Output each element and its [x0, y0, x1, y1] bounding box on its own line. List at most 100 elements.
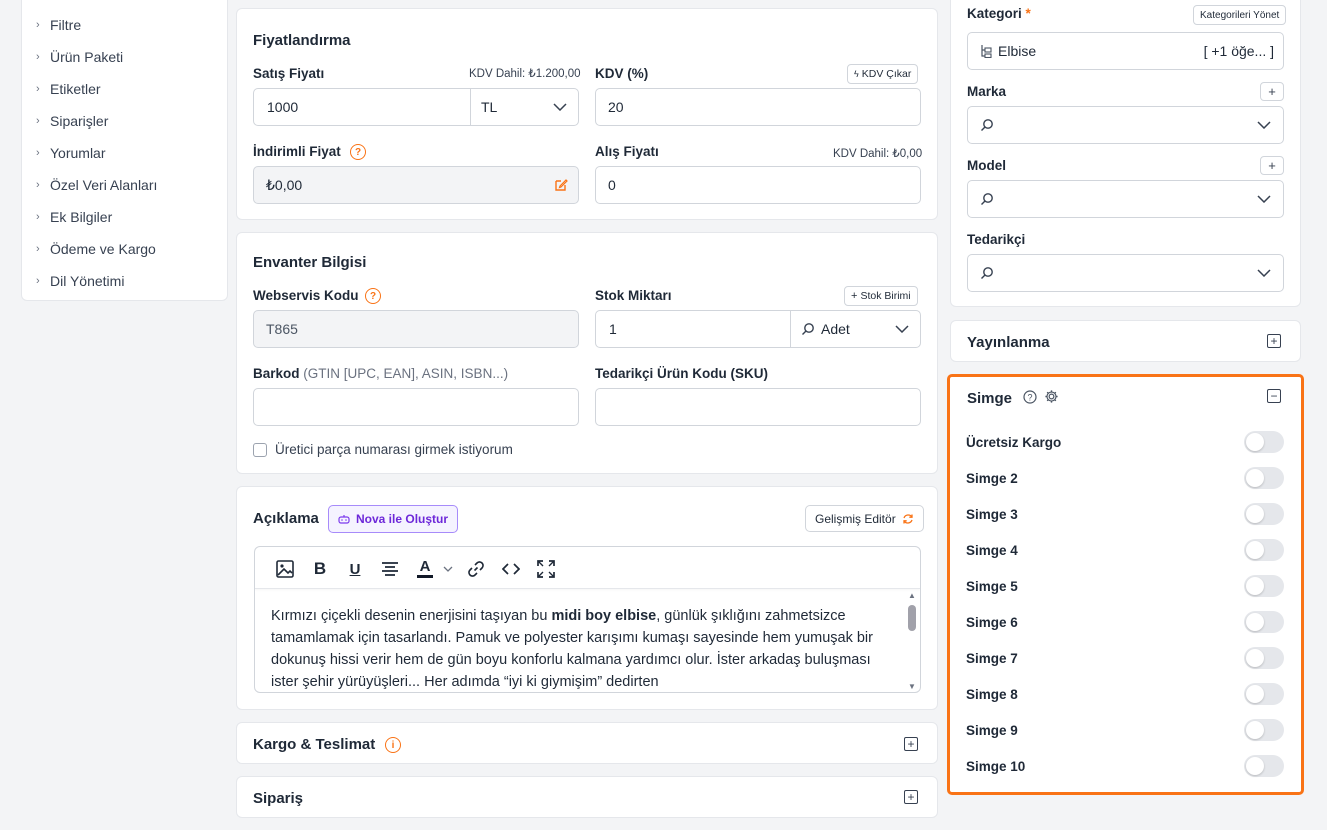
- simge-toggle[interactable]: [1244, 683, 1284, 705]
- chevron-down-icon: [1257, 269, 1271, 277]
- simge-label: Simge 8: [966, 687, 1018, 702]
- bold-icon[interactable]: B: [310, 559, 330, 579]
- info-icon[interactable]: i: [385, 737, 401, 753]
- expand-icon[interactable]: +: [904, 737, 918, 751]
- editor-content[interactable]: Kırmızı çiçekli desenin enerjisini taşıy…: [271, 605, 901, 692]
- simge-toggle[interactable]: [1244, 719, 1284, 741]
- expand-icon[interactable]: +: [904, 790, 918, 804]
- purchase-price-hint: KDV Dahil: ₺0,00: [833, 148, 923, 160]
- link-icon[interactable]: [466, 559, 486, 579]
- simge-title: Simge: [967, 390, 1013, 407]
- sidebar-item-etiketler[interactable]: › Etiketler: [36, 81, 101, 97]
- discount-price-label: İndirimli Fiyat: [253, 144, 341, 159]
- collapse-icon[interactable]: −: [1267, 389, 1281, 403]
- sidebar-item-urun-paketi[interactable]: › Ürün Paketi: [36, 49, 123, 65]
- stock-quantity-value: 1: [609, 321, 617, 337]
- publish-title: Yayınlanma: [967, 334, 1050, 351]
- barcode-input[interactable]: [253, 388, 579, 426]
- code-icon[interactable]: [501, 559, 521, 579]
- editor-scrollbar[interactable]: ▲ ▼: [906, 591, 918, 691]
- vat-input[interactable]: 20: [595, 88, 921, 126]
- chevron-down-icon: [1257, 121, 1271, 129]
- webservice-code-input[interactable]: T865: [253, 310, 579, 348]
- rich-text-editor[interactable]: B U A Kırmızı çiçekli desenin enerjisini…: [254, 546, 921, 693]
- stock-unit-select[interactable]: Adet: [790, 311, 921, 347]
- simge-toggle[interactable]: [1244, 539, 1284, 561]
- vat-value: 20: [608, 99, 624, 115]
- chevron-right-icon: ›: [36, 51, 40, 63]
- sidebar-item-ozel-veri-alanlari[interactable]: › Özel Veri Alanları: [36, 177, 157, 193]
- sidebar-item-siparisler[interactable]: › Siparişler: [36, 113, 108, 129]
- inventory-card: Envanter Bilgisi Webservis Kodu ? T865 S…: [236, 232, 938, 474]
- mpn-checkbox[interactable]: [253, 443, 267, 457]
- chevron-down-icon[interactable]: [443, 566, 453, 572]
- search-icon: [981, 119, 993, 131]
- simge-label: Simge 4: [966, 543, 1018, 558]
- description-bold-text: midi boy elbise: [551, 608, 657, 624]
- image-icon[interactable]: [275, 559, 295, 579]
- simge-toggle[interactable]: [1244, 503, 1284, 525]
- svg-text:?: ?: [1027, 393, 1032, 403]
- purchase-price-input[interactable]: 0: [595, 166, 921, 204]
- help-icon[interactable]: ?: [350, 144, 366, 160]
- order-card[interactable]: Sipariş +: [236, 776, 938, 818]
- simge-toggle[interactable]: [1244, 431, 1284, 453]
- help-icon[interactable]: ?: [365, 288, 381, 304]
- discount-price-input[interactable]: ₺0,00: [253, 166, 579, 204]
- align-center-icon[interactable]: [380, 559, 400, 579]
- add-brand-button[interactable]: +: [1260, 82, 1284, 101]
- supplier-select[interactable]: [967, 254, 1284, 292]
- expand-icon[interactable]: +: [1267, 334, 1281, 348]
- fullscreen-icon[interactable]: [536, 559, 556, 579]
- simge-toggle[interactable]: [1244, 575, 1284, 597]
- supplier-code-input[interactable]: [595, 388, 921, 426]
- plus-icon: +: [1268, 158, 1276, 173]
- simge-toggle[interactable]: [1244, 611, 1284, 633]
- sidebar-item-ek-bilgiler[interactable]: › Ek Bilgiler: [36, 209, 112, 225]
- shipping-title: Kargo & Teslimat: [253, 736, 376, 753]
- simge-toggle[interactable]: [1244, 467, 1284, 489]
- stock-unit-button-label: Stok Birimi: [860, 290, 911, 302]
- chevron-right-icon: ›: [36, 115, 40, 127]
- model-select[interactable]: [967, 180, 1284, 218]
- help-icon[interactable]: ?: [1023, 390, 1037, 404]
- sidebar-item-odeme-kargo[interactable]: › Ödeme ve Kargo: [36, 241, 156, 257]
- publish-card[interactable]: Yayınlanma +: [950, 320, 1301, 362]
- add-model-button[interactable]: +: [1260, 156, 1284, 175]
- chevron-down-icon: [553, 103, 567, 111]
- shipping-card[interactable]: Kargo & Teslimat i +: [236, 722, 938, 764]
- editor-toolbar: B U A: [255, 547, 920, 589]
- sale-price-input[interactable]: 1000 TL: [253, 88, 579, 126]
- sidebar-nav: › Filtre › Ürün Paketi › Etiketler › Sipariş…: [21, 0, 228, 301]
- currency-select[interactable]: TL: [470, 89, 579, 125]
- barcode-label: Barkod (GTIN [UPC, EAN], ASIN, ISBN...): [253, 366, 508, 381]
- sidebar-item-yorumlar[interactable]: › Yorumlar: [36, 145, 106, 161]
- gear-icon[interactable]: [1044, 389, 1059, 404]
- sidebar-item-label: Ürün Paketi: [50, 49, 124, 65]
- simge-toggle[interactable]: [1244, 755, 1284, 777]
- nova-generate-button[interactable]: Nova ile Oluştur: [328, 505, 459, 533]
- brand-select[interactable]: [967, 106, 1284, 144]
- category-input[interactable]: Elbise [ +1 öğe... ]: [967, 32, 1284, 70]
- stock-unit-button[interactable]: + Stok Birimi: [844, 286, 918, 306]
- sidebar-item-label: Özel Veri Alanları: [50, 177, 158, 193]
- barcode-hint: (GTIN [UPC, EAN], ASIN, ISBN...): [303, 366, 509, 381]
- tree-icon: [981, 45, 992, 58]
- edit-icon[interactable]: [554, 178, 568, 192]
- sidebar-item-dil-yonetimi[interactable]: › Dil Yönetimi: [36, 273, 124, 289]
- stock-unit-value: Adet: [821, 321, 850, 337]
- simge-toggle[interactable]: [1244, 647, 1284, 669]
- manage-categories-button[interactable]: Kategorileri Yönet: [1193, 5, 1287, 25]
- vat-remove-button[interactable]: ϟ KDV Çıkar: [847, 64, 919, 84]
- sale-price-value: 1000: [267, 99, 299, 115]
- underline-icon[interactable]: U: [345, 559, 365, 579]
- search-icon: [802, 323, 814, 335]
- stock-quantity-input[interactable]: 1 Adet: [595, 310, 921, 348]
- advanced-editor-button[interactable]: Gelişmiş Editör: [805, 505, 924, 532]
- discount-price-value: ₺0,00: [266, 176, 303, 193]
- text-color-icon[interactable]: A: [415, 559, 435, 579]
- sidebar-item-filtre[interactable]: › Filtre: [36, 17, 81, 33]
- sale-price-label: Satış Fiyatı: [253, 66, 325, 81]
- simge-label: Ücretsiz Kargo: [966, 435, 1062, 450]
- simge-label: Simge 10: [966, 759, 1026, 774]
